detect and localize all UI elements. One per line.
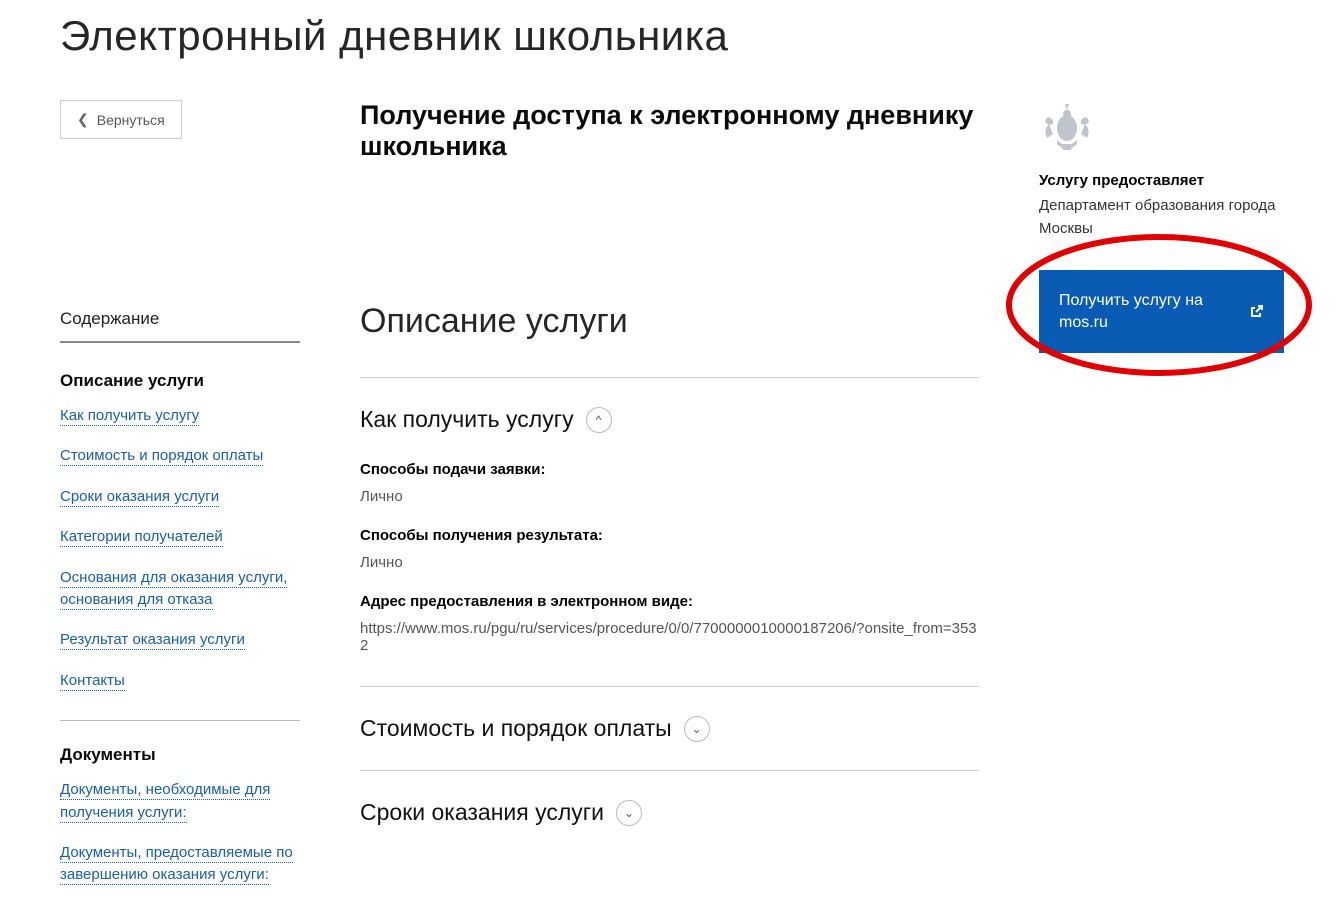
sidebar-link[interactable]: Основания для оказания услуги, основания… (60, 569, 287, 610)
sidebar-section-title: Описание услуги (60, 371, 300, 391)
sidebar-link[interactable]: Контакты (60, 672, 125, 691)
cta-label: Получить услугу на mos.ru (1059, 290, 1236, 333)
provider-label: Услугу предоставляет (1039, 172, 1284, 189)
back-button[interactable]: ❮ Вернуться (60, 100, 182, 139)
sidebar-link[interactable]: Документы, предоставляемые по завершению… (60, 844, 293, 885)
sidebar-link[interactable]: Категории получателей (60, 528, 223, 547)
divider (360, 770, 979, 771)
sidebar-link[interactable]: Сроки оказания услуги (60, 488, 219, 507)
coat-of-arms-icon (1039, 100, 1095, 156)
divider (360, 377, 979, 378)
accordion-title: Как получить услугу (360, 406, 574, 433)
field-value: Лично (360, 488, 979, 505)
chevron-up-icon[interactable]: ^ (586, 407, 612, 433)
field-label: Способы получения результата: (360, 527, 979, 544)
accordion-title: Сроки оказания услуги (360, 799, 604, 826)
field-label: Способы подачи заявки: (360, 461, 979, 478)
field-label: Адрес предоставления в электронном виде: (360, 593, 979, 610)
sidebar-link[interactable]: Как получить услугу (60, 407, 199, 426)
provider-name: Департамент образования города Москвы (1039, 195, 1284, 240)
service-subtitle: Получение доступа к электронному дневник… (360, 100, 979, 162)
page-title: Электронный дневник школьника (60, 12, 1284, 60)
external-link-icon (1248, 304, 1264, 320)
chevron-down-icon[interactable]: ⌄ (616, 800, 642, 826)
section-heading: Описание услуги (360, 302, 979, 341)
chevron-down-icon[interactable]: ⌄ (684, 716, 710, 742)
sidebar-link[interactable]: Документы, необходимые для получения усл… (60, 781, 270, 822)
accordion-title: Стоимость и порядок оплаты (360, 715, 672, 742)
divider (360, 686, 979, 687)
field-value: https://www.mos.ru/pgu/ru/services/proce… (360, 620, 979, 654)
sidebar-section-title: Документы (60, 745, 300, 765)
chevron-left-icon: ❮ (77, 111, 89, 128)
back-button-label: Вернуться (97, 112, 165, 128)
get-service-button[interactable]: Получить услугу на mos.ru (1039, 270, 1284, 353)
sidebar-link[interactable]: Стоимость и порядок оплаты (60, 447, 263, 466)
sidebar-link[interactable]: Результат оказания услуги (60, 631, 245, 650)
divider (60, 720, 300, 721)
sidebar-heading: Содержание (60, 309, 300, 343)
field-value: Лично (360, 554, 979, 571)
